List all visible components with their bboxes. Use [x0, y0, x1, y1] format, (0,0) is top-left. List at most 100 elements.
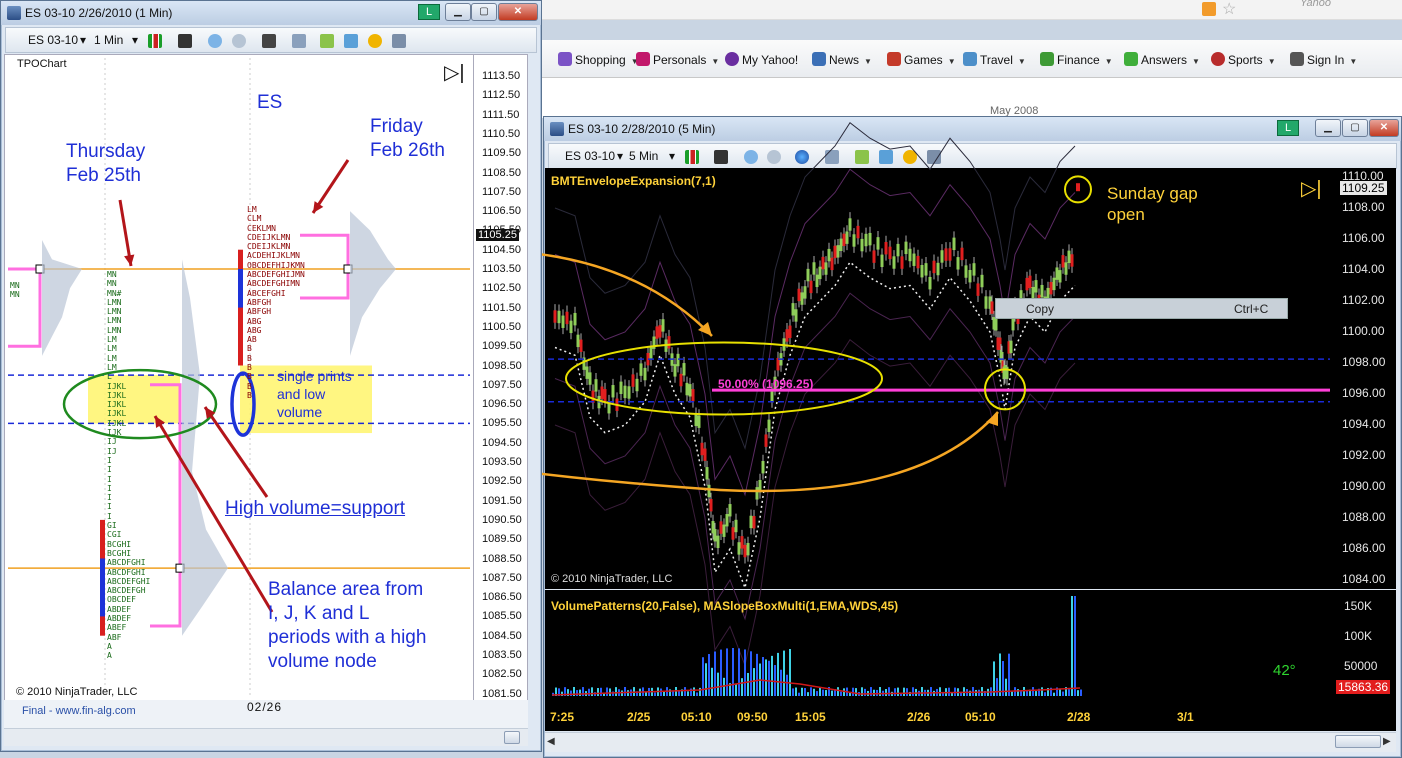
coin-icon[interactable]	[903, 150, 917, 164]
globe-icon[interactable]	[795, 150, 809, 164]
horizontal-scrollbar[interactable]	[4, 728, 528, 746]
zoom-in-icon[interactable]	[208, 34, 222, 48]
time-axis[interactable]: 7:25 2/25 05:10 09:50 15:05 2/26 05:10 2/28 3/1	[545, 701, 1396, 731]
rss-icon[interactable]	[1202, 2, 1216, 16]
yahoo-toolbar: Shopping ▼ Personals ▼ My Yahoo! News ▼ Gam…	[540, 40, 1402, 78]
pencil-icon[interactable]	[178, 34, 192, 48]
toolbar-finance[interactable]: Finance ▼	[1040, 52, 1113, 67]
sunday-gap-annotation: Sunday gap open	[1107, 184, 1198, 224]
strategy-icon[interactable]	[320, 34, 334, 48]
toolbar-travel[interactable]: Travel ▼	[963, 52, 1026, 67]
copy-menu-item[interactable]: Copy	[1026, 302, 1054, 316]
toolbar-games[interactable]: Games ▼	[887, 52, 956, 67]
time-axis-label: 2/28	[1067, 710, 1091, 724]
price-axis-label: 1102.50	[482, 282, 521, 295]
horizontal-scrollbar[interactable]: ◀ ▶	[545, 732, 1396, 752]
chevron-down-icon[interactable]: ▾	[132, 33, 138, 47]
chevron-down-icon[interactable]: ▾	[669, 149, 675, 163]
scroll-thumb[interactable]	[1335, 735, 1381, 748]
friday-annotation: Friday Feb 26th	[370, 116, 445, 161]
yahoo-search-label: Yahoo	[1300, 0, 1331, 9]
price-axis-label: 1091.50	[482, 494, 522, 507]
data-box-icon[interactable]	[927, 150, 941, 164]
chevron-down-icon: ▼	[1104, 57, 1113, 66]
play-marker-icon[interactable]: ▷|	[1301, 176, 1322, 201]
link-button[interactable]: L	[1277, 120, 1299, 136]
volume-axis-label: 100K	[1344, 629, 1373, 643]
price-axis-label: 1093.50	[482, 456, 522, 468]
zoom-in-icon[interactable]	[744, 150, 758, 164]
price-panel[interactable]	[545, 168, 1332, 589]
price-axis-label: 1098.00	[1342, 355, 1386, 369]
coin-icon[interactable]	[368, 34, 382, 48]
scroll-left-icon[interactable]: ◀	[547, 736, 555, 747]
context-menu[interactable]: Copy Ctrl+C	[995, 298, 1288, 319]
toolbar-sports[interactable]: Sports ▼	[1211, 52, 1276, 67]
instrument-selector[interactable]: ES 03-10	[28, 33, 78, 47]
indicator-icon[interactable]	[879, 150, 893, 164]
interval-selector[interactable]: 1 Min	[94, 33, 123, 47]
personals-icon	[636, 52, 650, 66]
copyright: © 2010 NinjaTrader, LLC	[16, 686, 138, 698]
desktop: { "browser": { "toolbar_items": ["Shoppi…	[0, 0, 1402, 758]
chevron-down-icon[interactable]: ▾	[617, 149, 623, 163]
price-axis-label: 1104.00	[1342, 262, 1385, 276]
interval-selector[interactable]: 5 Min	[629, 149, 658, 163]
data-box-icon[interactable]	[392, 34, 406, 48]
link-button[interactable]: L	[418, 4, 440, 20]
price-axis-label: 1113.50	[482, 70, 521, 82]
maximize-button[interactable]: ▢	[1342, 119, 1368, 137]
price-axis-label: 1082.50	[482, 668, 522, 681]
price-axis-label: 1108.50	[482, 166, 521, 179]
pencil-icon[interactable]	[714, 150, 728, 164]
price-axis-label: 1094.00	[1342, 417, 1386, 431]
price-axis-label: 1096.50	[482, 398, 522, 411]
properties-icon[interactable]	[825, 150, 839, 164]
star-icon[interactable]: ☆	[1222, 0, 1236, 19]
balance-area-annotation: Balance area from I, J, K and L periods …	[268, 579, 427, 672]
price-axis-label: 1081.50	[482, 687, 522, 700]
price-axis-label: 1098.50	[482, 359, 522, 372]
price-axis-label: 1097.50	[482, 378, 522, 391]
strategy-icon[interactable]	[855, 150, 869, 164]
crosshair-icon[interactable]	[262, 34, 276, 48]
bar-type-icon[interactable]	[685, 150, 699, 164]
maximize-button[interactable]: ▢	[471, 3, 497, 21]
indicator-icon[interactable]	[344, 34, 358, 48]
price-axis-label: 1089.50	[482, 533, 522, 546]
copyright: © 2010 NinjaTrader, LLC	[551, 573, 673, 585]
toolbar-personals[interactable]: Personals ▼	[636, 52, 719, 67]
indicator-bottom-label: VolumePatterns(20,False), MASlopeBoxMult…	[551, 599, 899, 613]
instrument-selector[interactable]: ES 03-10	[565, 149, 615, 163]
scroll-right-icon[interactable]: ▶	[1383, 736, 1391, 747]
chevron-down-icon: ▼	[1349, 57, 1358, 66]
price-axis-label: 1104.50	[482, 243, 521, 256]
toolbar-shopping[interactable]: Shopping ▼	[558, 52, 639, 67]
price-marker: 1105.25	[476, 229, 519, 242]
volume-axis[interactable]: 150K 100K 50000 15863.36	[1332, 590, 1396, 701]
tpo-prev-day: MN MN	[10, 281, 20, 300]
chart-toolbar: ES 03-10 ▾ 1 Min ▾	[5, 27, 537, 53]
toolbar-sign-in[interactable]: Sign In ▼	[1290, 52, 1357, 67]
zoom-out-icon[interactable]	[232, 34, 246, 48]
close-button[interactable]: ✕	[1369, 119, 1399, 137]
toolbar-my-yahoo[interactable]: My Yahoo!	[725, 52, 798, 67]
bar-type-icon[interactable]	[148, 34, 162, 48]
price-axis-label: 1090.00	[1342, 479, 1386, 493]
footer-link[interactable]: Final - www.fin-alg.com	[22, 705, 136, 717]
scroll-thumb[interactable]	[504, 731, 520, 744]
play-marker-icon[interactable]: ▷|	[444, 60, 465, 85]
chevron-down-icon[interactable]: ▾	[80, 33, 86, 47]
window-title: ES 03-10 2/26/2010 (1 Min)	[25, 6, 173, 20]
toolbar-news[interactable]: News ▼	[812, 52, 872, 67]
toolbar-answers[interactable]: Answers ▼	[1124, 52, 1200, 67]
tpo-price-axis[interactable]: 1113.50 1112.50 1111.50 1110.50 1109.50 1108.…	[474, 54, 528, 718]
news-icon	[812, 52, 826, 66]
minimize-button[interactable]: ▁	[445, 3, 471, 21]
minimize-button[interactable]: ▁	[1315, 119, 1341, 137]
zoom-out-icon[interactable]	[767, 150, 781, 164]
close-button[interactable]: ✕	[498, 3, 538, 21]
properties-icon[interactable]	[292, 34, 306, 48]
price-axis[interactable]: 1110.00 1108.00 1106.00 1104.00 1102.00 1100.…	[1332, 168, 1396, 589]
price-axis-label: 1088.00	[1342, 510, 1386, 524]
